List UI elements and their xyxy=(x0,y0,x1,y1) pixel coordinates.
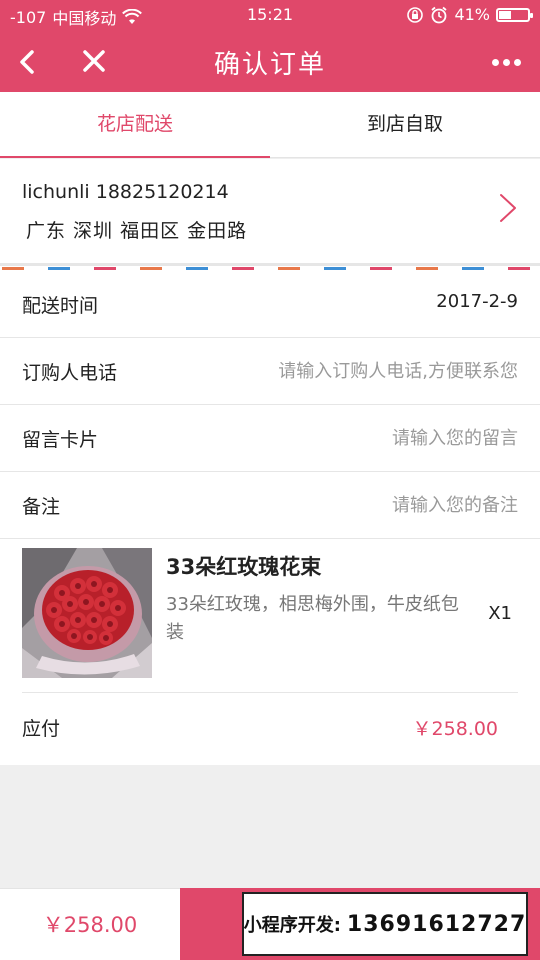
submit-order-button[interactable]: 小程序开发: 13691612727 xyxy=(180,888,540,960)
stripe-dash xyxy=(324,267,346,270)
developer-promo-banner: 小程序开发: 13691612727 xyxy=(242,892,528,956)
battery-icon xyxy=(496,7,533,22)
note-row: 备注 xyxy=(0,472,540,539)
bottom-bar: ￥258.00 小程序开发: 13691612727 xyxy=(0,888,540,960)
more-dot xyxy=(513,58,521,66)
order-form: 配送时间 2017-2-9 订购人电话 留言卡片 备注 xyxy=(0,271,540,539)
tab-florist-delivery[interactable]: 花店配送 xyxy=(0,92,270,158)
total-price: ￥258.00 xyxy=(0,888,180,960)
recipient-address: 广东 深圳 福田区 金田路 xyxy=(26,220,248,242)
recipient-name-phone: lichunli 18825120214 xyxy=(22,181,229,203)
promo-label: 小程序开发: xyxy=(243,915,341,936)
close-icon[interactable] xyxy=(74,42,114,82)
stripe-dash xyxy=(48,267,70,270)
buyer-phone-input[interactable] xyxy=(188,352,518,390)
delivery-time-row[interactable]: 配送时间 2017-2-9 xyxy=(0,271,540,338)
chevron-right-icon xyxy=(500,194,516,222)
promo-phone: 13691612727 xyxy=(346,911,527,937)
status-bar: -107 中国移动 15:21 41% xyxy=(0,0,540,30)
alarm-icon xyxy=(431,6,448,23)
status-right: 41% xyxy=(406,5,533,24)
product-name: 33朵红玫瑰花束 xyxy=(166,555,322,579)
stripe-dash xyxy=(416,267,438,270)
product-quantity: X1 xyxy=(488,603,512,624)
more-dot xyxy=(502,58,510,66)
stripe-dash xyxy=(2,267,24,270)
message-card-row: 留言卡片 xyxy=(0,405,540,472)
note-input[interactable] xyxy=(188,486,518,524)
stripe-dash xyxy=(186,267,208,270)
address-selector[interactable]: lichunli 18825120214 广东 深圳 福田区 金田路 xyxy=(0,159,540,263)
amount-due-label: 应付 xyxy=(22,718,61,740)
delivery-time-value[interactable]: 2017-2-9 xyxy=(436,291,518,312)
stripe-band xyxy=(0,263,540,266)
buyer-phone-label: 订购人电话 xyxy=(22,362,118,384)
back-icon[interactable] xyxy=(10,42,50,82)
amount-due-value: ￥258.00 xyxy=(412,718,498,740)
tab-store-pickup[interactable]: 到店自取 xyxy=(270,92,540,157)
product-image xyxy=(22,548,152,678)
stripe-dash xyxy=(508,267,530,270)
stripe-dash xyxy=(94,267,116,270)
product-divider xyxy=(22,692,518,693)
address-divider-stripe xyxy=(0,263,540,271)
stripe-dash xyxy=(140,267,162,270)
battery-percent: 41% xyxy=(454,5,490,24)
stripe-dash xyxy=(278,267,300,270)
message-card-label: 留言卡片 xyxy=(22,429,99,451)
delivery-time-label: 配送时间 xyxy=(22,295,99,317)
stripe-dash xyxy=(232,267,254,270)
stripe-dash xyxy=(370,267,392,270)
note-label: 备注 xyxy=(22,496,61,518)
message-card-input[interactable] xyxy=(188,419,518,457)
rotation-lock-icon xyxy=(407,6,424,23)
more-icon[interactable] xyxy=(486,42,526,82)
rose-bouquet-image xyxy=(22,548,152,678)
product-description: 33朵红玫瑰，相思梅外围，牛皮纸包装 xyxy=(166,594,459,643)
nav-bar: 确认订单 xyxy=(0,30,540,92)
buyer-phone-row: 订购人电话 xyxy=(0,338,540,405)
stripe-dash xyxy=(462,267,484,270)
delivery-tabs: 花店配送 到店自取 xyxy=(0,92,540,158)
more-dot xyxy=(491,58,499,66)
product-section: 33朵红玫瑰花束 33朵红玫瑰，相思梅外围，牛皮纸包装 X1 应付 ￥258.0… xyxy=(0,539,540,765)
